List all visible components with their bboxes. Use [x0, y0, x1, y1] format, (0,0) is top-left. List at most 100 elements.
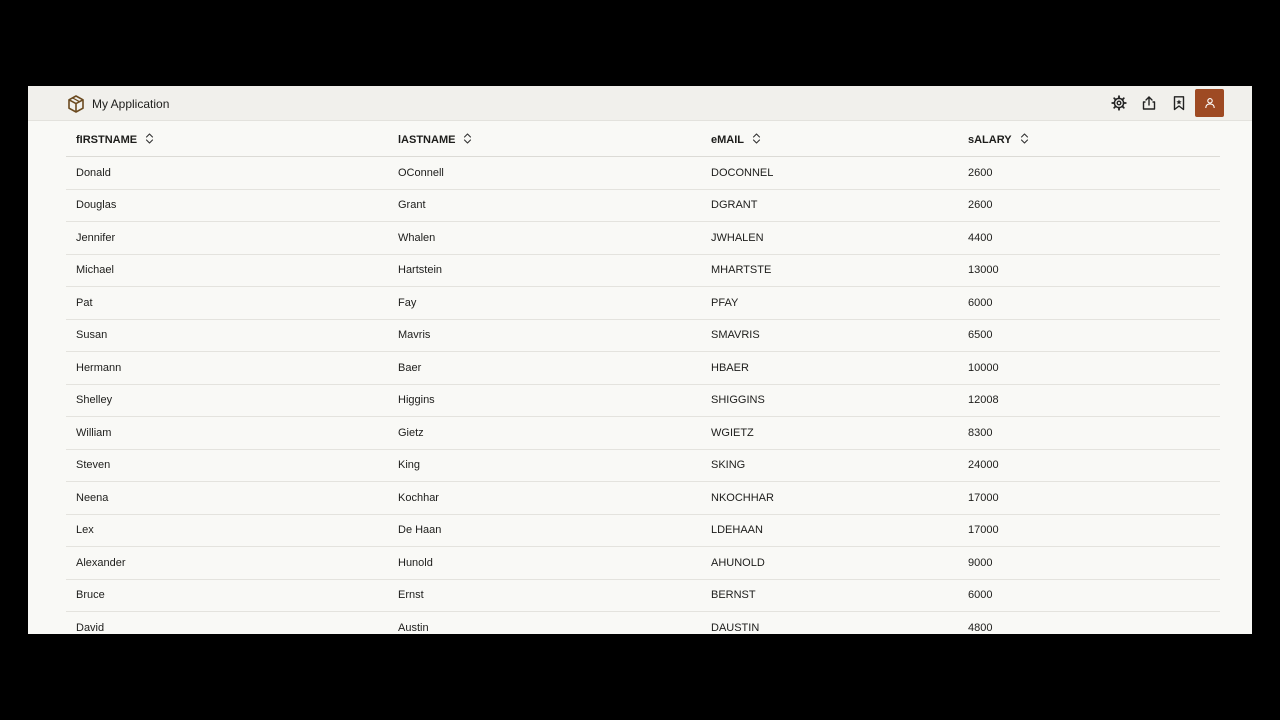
table-row[interactable]: Steven King SKING 24000	[66, 449, 1220, 482]
bookmark-icon	[1173, 96, 1185, 111]
table-row[interactable]: Lex De Haan LDEHAAN 17000	[66, 514, 1220, 547]
cell-salary: 4400	[958, 221, 1220, 255]
cell-lastname: Gietz	[388, 416, 701, 450]
app-window: My Application fIRSTNAME lASTNAME eMAIL …	[28, 86, 1252, 634]
column-header-firstname[interactable]: fIRSTNAME	[66, 122, 388, 157]
sort-icon[interactable]	[752, 132, 761, 144]
sort-icon[interactable]	[463, 132, 472, 144]
brand[interactable]: My Application	[66, 94, 169, 114]
share-button[interactable]	[1135, 89, 1163, 117]
cell-email: AHUNOLD	[701, 546, 958, 580]
cell-email: DOCONNEL	[701, 156, 958, 190]
app-header: My Application	[28, 86, 1252, 121]
cell-firstname: Shelley	[66, 384, 388, 417]
column-header-label: fIRSTNAME	[76, 133, 138, 146]
cell-salary: 24000	[958, 449, 1220, 482]
cell-email: DGRANT	[701, 189, 958, 222]
cell-salary: 12008	[958, 384, 1220, 417]
sort-icon[interactable]	[1020, 132, 1029, 144]
table-row[interactable]: Neena Kochhar NKOCHHAR 17000	[66, 481, 1220, 515]
cell-firstname: Susan	[66, 319, 388, 352]
cell-lastname: Fay	[388, 286, 701, 320]
cell-lastname: Austin	[388, 611, 701, 634]
settings-button[interactable]	[1105, 89, 1133, 117]
cell-lastname: Ernst	[388, 579, 701, 612]
cell-salary: 6000	[958, 286, 1220, 320]
table-body: Donald OConnell DOCONNEL 2600 Douglas Grant DG…	[66, 156, 1220, 634]
cube-icon	[68, 95, 84, 113]
cell-email: BERNST	[701, 579, 958, 612]
cell-lastname: Baer	[388, 351, 701, 385]
cell-firstname: Pat	[66, 286, 388, 320]
cell-email: MHARTSTE	[701, 254, 958, 287]
app-title: My Application	[92, 97, 170, 111]
table-row[interactable]: Jennifer Whalen JWHALEN 4400	[66, 221, 1220, 255]
cell-lastname: De Haan	[388, 514, 701, 547]
cell-salary: 9000	[958, 546, 1220, 580]
table-row[interactable]: Alexander Hunold AHUNOLD 9000	[66, 546, 1220, 580]
cell-lastname: OConnell	[388, 156, 701, 190]
cell-firstname: Neena	[66, 481, 388, 515]
cell-email: DAUSTIN	[701, 611, 958, 634]
table-row[interactable]: Bruce Ernst BERNST 6000	[66, 579, 1220, 612]
table-row[interactable]: Shelley Higgins SHIGGINS 12008	[66, 384, 1220, 417]
column-header-salary[interactable]: sALARY	[958, 122, 1220, 157]
cell-email: SKING	[701, 449, 958, 482]
cell-lastname: Grant	[388, 189, 701, 222]
cell-lastname: Hunold	[388, 546, 701, 580]
cell-salary: 17000	[958, 481, 1220, 515]
table-row[interactable]: Pat Fay PFAY 6000	[66, 286, 1220, 320]
cell-salary: 6000	[958, 579, 1220, 612]
cell-email: SMAVRIS	[701, 319, 958, 352]
user-icon	[1204, 98, 1215, 109]
cell-firstname: Michael	[66, 254, 388, 287]
cell-lastname: Kochhar	[388, 481, 701, 515]
table-row[interactable]: Douglas Grant DGRANT 2600	[66, 189, 1220, 222]
column-header-lastname[interactable]: lASTNAME	[388, 122, 701, 157]
cell-email: HBAER	[701, 351, 958, 385]
cell-firstname: David	[66, 611, 388, 634]
cell-firstname: Donald	[66, 156, 388, 190]
table-row[interactable]: Donald OConnell DOCONNEL 2600	[66, 156, 1220, 190]
employees-table-container: fIRSTNAME lASTNAME eMAIL sALARY Donald OConn…	[66, 122, 1220, 634]
settings-icon	[1111, 95, 1127, 111]
cell-lastname: Mavris	[388, 319, 701, 352]
user-avatar-button[interactable]	[1195, 89, 1224, 117]
cell-email: NKOCHHAR	[701, 481, 958, 515]
table-row[interactable]: David Austin DAUSTIN 4800	[66, 611, 1220, 634]
sort-icon[interactable]	[145, 132, 154, 144]
cell-firstname: Bruce	[66, 579, 388, 612]
cell-lastname: Whalen	[388, 221, 701, 255]
bookmark-button[interactable]	[1165, 89, 1193, 117]
cell-firstname: Lex	[66, 514, 388, 547]
cell-email: SHIGGINS	[701, 384, 958, 417]
cell-lastname: Higgins	[388, 384, 701, 417]
column-header-email[interactable]: eMAIL	[701, 122, 958, 157]
cell-salary: 17000	[958, 514, 1220, 547]
cell-firstname: Hermann	[66, 351, 388, 385]
column-header-label: eMAIL	[711, 133, 744, 146]
table-row[interactable]: William Gietz WGIETZ 8300	[66, 416, 1220, 450]
cell-salary: 2600	[958, 189, 1220, 222]
cell-salary: 2600	[958, 156, 1220, 190]
cell-email: JWHALEN	[701, 221, 958, 255]
cell-lastname: Hartstein	[388, 254, 701, 287]
header-actions	[1103, 89, 1224, 117]
table-header-row: fIRSTNAME lASTNAME eMAIL sALARY	[66, 122, 1220, 157]
cell-salary: 13000	[958, 254, 1220, 287]
cell-firstname: William	[66, 416, 388, 450]
column-header-label: lASTNAME	[398, 133, 456, 146]
table-row[interactable]: Susan Mavris SMAVRIS 6500	[66, 319, 1220, 352]
cell-lastname: King	[388, 449, 701, 482]
cell-salary: 6500	[958, 319, 1220, 352]
cell-salary: 8300	[958, 416, 1220, 450]
cell-email: WGIETZ	[701, 416, 958, 450]
cell-firstname: Jennifer	[66, 221, 388, 255]
table-row[interactable]: Hermann Baer HBAER 10000	[66, 351, 1220, 385]
table-row[interactable]: Michael Hartstein MHARTSTE 13000	[66, 254, 1220, 287]
cell-salary: 4800	[958, 611, 1220, 634]
cell-salary: 10000	[958, 351, 1220, 385]
column-header-label: sALARY	[968, 133, 1012, 146]
cell-email: LDEHAAN	[701, 514, 958, 547]
cell-firstname: Douglas	[66, 189, 388, 222]
